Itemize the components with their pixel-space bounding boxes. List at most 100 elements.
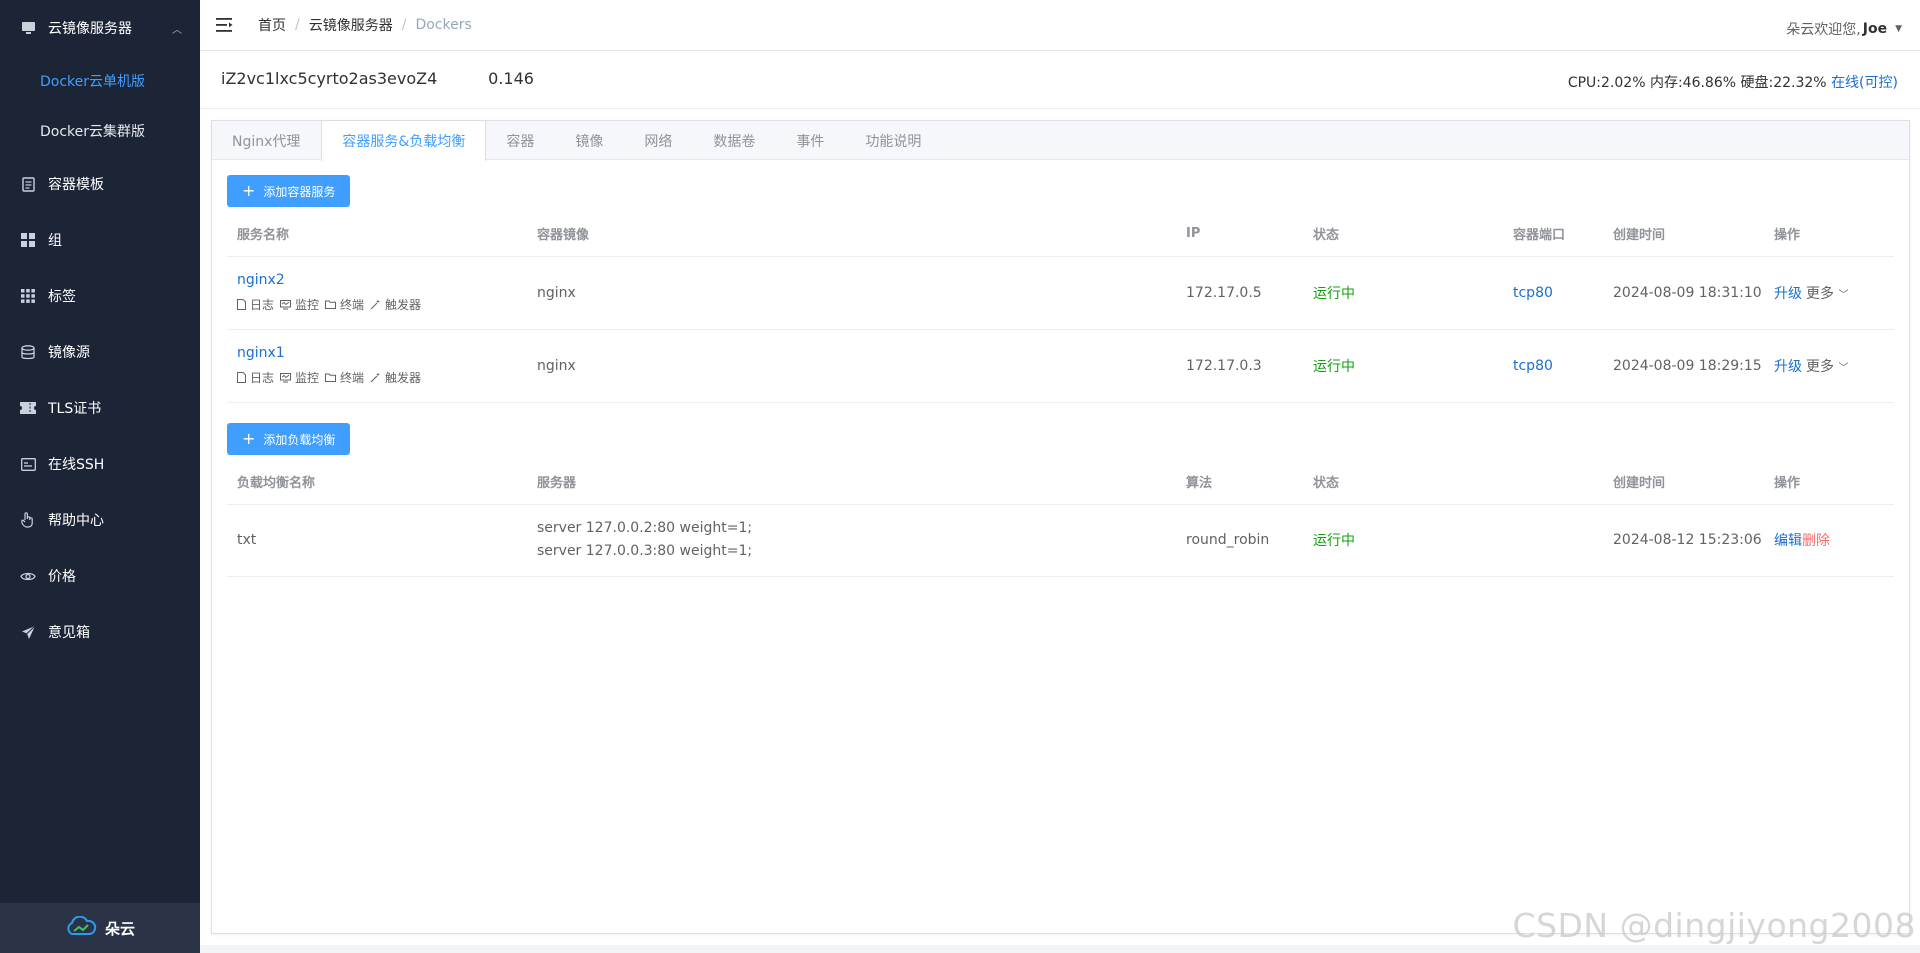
sidebar-item-online-ssh[interactable]: 在线SSH [0, 436, 200, 492]
user-menu[interactable]: 朵云欢迎您, Joe ▼ [1786, 0, 1902, 58]
sidebar-item-label: TLS证书 [48, 401, 102, 417]
sidebar-item-container-template[interactable]: 容器模板 [0, 156, 200, 212]
sidebar: 云镜像服务器 ︿ Docker云单机版 Docker云集群版 容器模板 组 标签… [0, 0, 200, 953]
tab-network[interactable]: 网络 [624, 121, 693, 160]
sidebar-item-label: 价格 [48, 569, 76, 585]
monitor-action[interactable]: 监控 [280, 296, 319, 313]
table-header-row: 负载均衡名称 服务器 算法 状态 创建时间 操作 [227, 459, 1894, 505]
column-header: 服务名称 [227, 211, 527, 257]
database-icon [20, 344, 36, 360]
upgrade-link[interactable]: 升级 [1774, 286, 1802, 302]
service-name-link[interactable]: nginx2 [237, 272, 285, 288]
chevron-down-icon: ﹀ [1838, 289, 1849, 301]
load-balancer-table: 负载均衡名称 服务器 算法 状态 创建时间 操作 txt server 127.… [227, 459, 1894, 577]
document-icon [20, 176, 36, 192]
logs-label: 日志 [250, 371, 275, 385]
trigger-action[interactable]: 触发器 [370, 296, 421, 313]
service-name-link[interactable]: nginx1 [237, 345, 285, 361]
sidebar-group-cloud-image-server[interactable]: 云镜像服务器 ︿ [0, 0, 200, 56]
cloud-logo-icon [65, 915, 105, 940]
operations-cell: 升级 更多 ﹀ [1764, 329, 1894, 403]
terminal-action[interactable]: 终端 [325, 369, 364, 386]
tab-events[interactable]: 事件 [776, 121, 845, 160]
port-cell: tcp80 [1503, 329, 1603, 403]
tab-feature-description[interactable]: 功能说明 [845, 121, 942, 160]
port-link[interactable]: tcp80 [1513, 358, 1553, 374]
table-row: nginx2 日志 监控 终端 触发器 nginx 172.17.0.5 运行中… [227, 256, 1894, 330]
sidebar-item-tls-cert[interactable]: TLS证书 [0, 380, 200, 436]
ip-cell: 172.17.0.5 [1176, 256, 1303, 330]
username: Joe [1862, 21, 1888, 37]
sidebar-item-group[interactable]: 组 [0, 212, 200, 268]
column-header: IP [1176, 211, 1303, 257]
port-link[interactable]: tcp80 [1513, 285, 1553, 301]
more-dropdown[interactable]: 更多 ﹀ [1806, 359, 1848, 375]
add-container-service-button[interactable]: + 添加容器服务 [227, 175, 351, 207]
column-header: 负载均衡名称 [227, 459, 527, 505]
breadcrumb-home[interactable]: 首页 [258, 15, 286, 35]
tab-images[interactable]: 镜像 [555, 121, 624, 160]
table-header-row: 服务名称 容器镜像 IP 状态 容器端口 创建时间 操作 [227, 211, 1894, 257]
breadcrumb-cloud-image-server[interactable]: 云镜像服务器 [309, 15, 393, 35]
sidebar-item-label: Docker云集群版 [40, 124, 146, 140]
sidebar-item-label: 帮助中心 [48, 513, 104, 529]
operations-cell: 编辑删除 [1764, 504, 1894, 577]
delete-link[interactable]: 删除 [1802, 533, 1830, 549]
tab-nginx-proxy[interactable]: Nginx代理 [212, 121, 321, 160]
hand-icon [20, 512, 36, 528]
terminal-action[interactable]: 终端 [325, 296, 364, 313]
sidebar-footer-brand: 朵云 [0, 903, 200, 953]
lb-servers-cell: server 127.0.0.2:80 weight=1; server 127… [527, 504, 1176, 577]
tab-containers[interactable]: 容器 [486, 121, 555, 160]
lb-server-line: server 127.0.0.3:80 weight=1; [537, 543, 753, 559]
sidebar-item-label: 容器模板 [48, 177, 104, 193]
logs-action[interactable]: 日志 [237, 369, 274, 386]
table-row: nginx1 日志 监控 终端 触发器 nginx 172.17.0.3 运行中… [227, 329, 1894, 403]
menu-toggle-icon[interactable] [216, 17, 236, 33]
more-dropdown[interactable]: 更多 ﹀ [1806, 286, 1848, 302]
more-label: 更多 [1806, 358, 1834, 375]
tab-container-service-lb[interactable]: 容器服务&负载均衡 [321, 121, 487, 161]
sidebar-item-feedback[interactable]: 意见箱 [0, 604, 200, 660]
monitor-action[interactable]: 监控 [280, 369, 319, 386]
sidebar-item-help-center[interactable]: 帮助中心 [0, 492, 200, 548]
lb-name-cell: txt [227, 504, 527, 577]
sidebar-item-docker-cluster[interactable]: Docker云集群版 [0, 106, 200, 156]
column-header: 状态 [1303, 211, 1503, 257]
tab-volumes[interactable]: 数据卷 [693, 121, 776, 160]
watermark: CSDN @dingjiyong2008 [1512, 906, 1916, 945]
column-header: 状态 [1303, 459, 1603, 505]
sidebar-item-tags[interactable]: 标签 [0, 268, 200, 324]
plus-icon: + [242, 181, 256, 200]
trigger-action[interactable]: 触发器 [370, 369, 421, 386]
add-load-balancer-button[interactable]: + 添加负载均衡 [227, 423, 351, 455]
sidebar-item-docker-single[interactable]: Docker云单机版 [0, 56, 200, 106]
sidebar-group-label: 云镜像服务器 [48, 21, 132, 37]
service-name-cell: nginx2 日志 监控 终端 触发器 [227, 256, 527, 330]
service-name-cell: nginx1 日志 监控 终端 触发器 [227, 329, 527, 403]
sidebar-item-label: 标签 [48, 289, 76, 305]
trigger-label: 触发器 [385, 371, 422, 385]
logs-action[interactable]: 日志 [237, 296, 274, 313]
services-section: + 添加容器服务 服务名称 容器镜像 IP 状态 容器端口 创建时间 操作 ng… [227, 175, 1894, 403]
ip-cell: 172.17.0.3 [1176, 329, 1303, 403]
sidebar-item-label: 意见箱 [48, 625, 90, 641]
terminal-icon [20, 456, 36, 472]
sidebar-item-image-source[interactable]: 镜像源 [0, 324, 200, 380]
status-cell: 运行中 [1303, 256, 1503, 330]
column-header: 容器镜像 [527, 211, 1176, 257]
monitor-label: 监控 [295, 298, 320, 312]
magic-wand-icon [370, 372, 381, 383]
created-cell: 2024-08-09 18:31:10 [1603, 256, 1764, 330]
add-container-service-label: 添加容器服务 [263, 184, 336, 199]
online-status-link[interactable]: 在线(可控) [1831, 75, 1898, 91]
file-icon [237, 299, 246, 310]
plus-icon: + [242, 429, 256, 448]
edit-link[interactable]: 编辑 [1774, 533, 1802, 549]
bottom-strip [200, 945, 1920, 953]
sidebar-item-price[interactable]: 价格 [0, 548, 200, 604]
trigger-label: 触发器 [385, 298, 422, 312]
upgrade-link[interactable]: 升级 [1774, 359, 1802, 375]
chevron-up-icon: ︿ [172, 24, 182, 36]
breadcrumb-separator: / [295, 17, 300, 33]
